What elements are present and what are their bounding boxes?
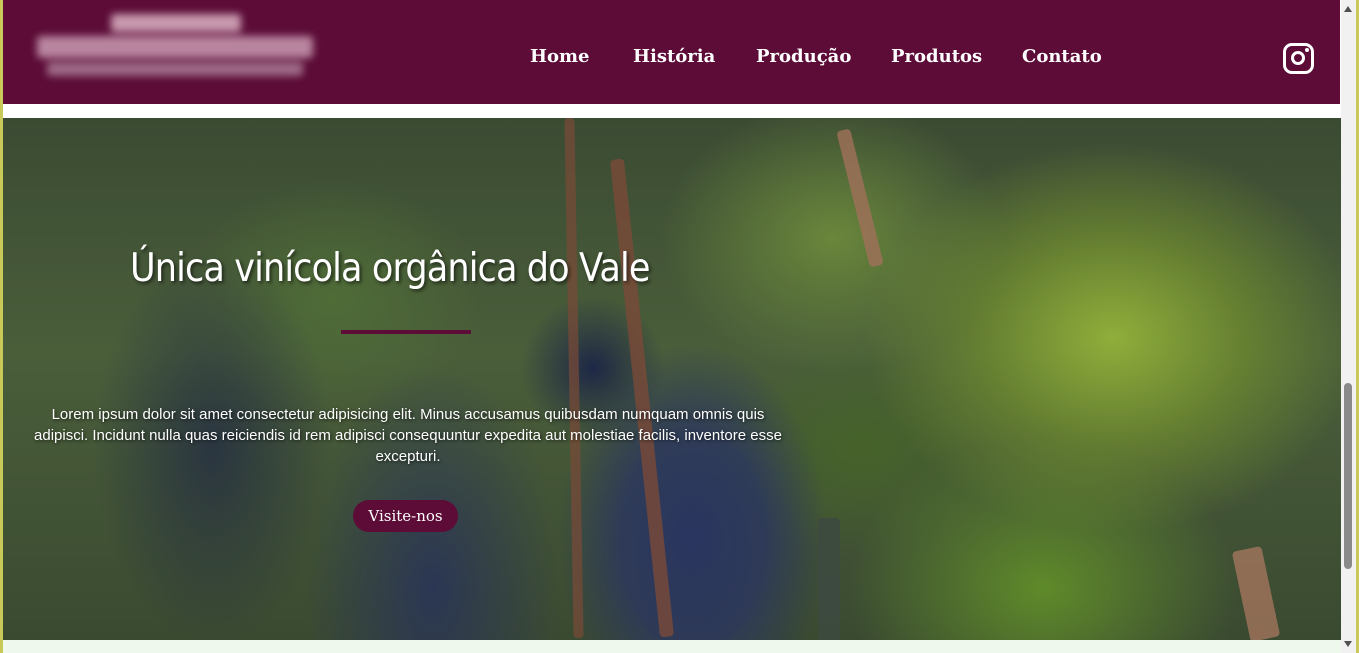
nav-link-contato[interactable]: Contato — [1022, 46, 1102, 67]
scroll-up-icon[interactable] — [1344, 6, 1352, 12]
title-divider — [341, 330, 471, 334]
vine-post — [818, 518, 840, 640]
nav-link-producao[interactable]: Produção — [756, 46, 851, 67]
hero-title: Única vinícola orgânica do Vale — [130, 246, 650, 291]
vine-stem — [836, 128, 884, 268]
vine-stem — [564, 118, 584, 639]
visit-button[interactable]: Visite-nos — [353, 500, 458, 532]
vine-stem — [1231, 545, 1281, 640]
vine-stem — [609, 158, 675, 638]
page-scrollbar[interactable] — [1341, 0, 1356, 653]
main-nav: Home História Produção Produtos Contato — [3, 0, 1340, 104]
scroll-down-icon[interactable] — [1344, 641, 1352, 647]
hero-banner: Única vinícola orgânica do Vale Lorem ip… — [3, 118, 1341, 640]
nav-link-historia[interactable]: História — [633, 46, 715, 67]
page-below-hero — [3, 640, 1341, 653]
scrollbar-thumb[interactable] — [1344, 383, 1352, 569]
nav-link-home[interactable]: Home — [530, 46, 590, 67]
instagram-icon[interactable] — [1283, 43, 1314, 74]
site-header: Home História Produção Produtos Contato — [3, 0, 1340, 104]
nav-link-produtos[interactable]: Produtos — [891, 46, 982, 67]
hero-description: Lorem ipsum dolor sit amet consectetur a… — [34, 406, 782, 465]
